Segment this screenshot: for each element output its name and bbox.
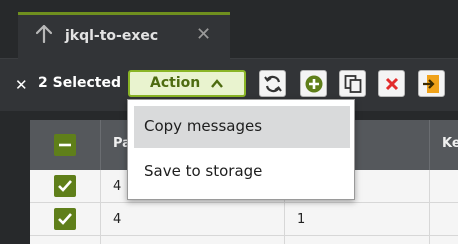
tab-title: jkql-to-exec [65,28,159,44]
table-row [30,236,458,244]
action-button[interactable]: Action [128,70,246,97]
import-icon [423,75,439,93]
select-all-header [30,120,101,170]
table-cell [101,236,285,244]
menu-item-copy-messages[interactable]: Copy messages [134,106,350,148]
minus-icon [59,143,71,147]
delete-button[interactable] [378,70,405,97]
table-cell: 1 [285,203,430,236]
row-checkbox[interactable] [54,175,76,197]
checkmark-icon [58,213,72,225]
table-cell: 4 [101,203,285,236]
table-row[interactable]: 4 1 [30,203,458,236]
refresh-button[interactable] [259,70,286,97]
refresh-icon [264,75,282,93]
table-cell [30,236,101,244]
tab-strip: jkql-to-exec ✕ [0,0,458,59]
close-tab-icon[interactable]: ✕ [196,24,211,45]
chevron-up-icon [211,79,223,88]
row-checkbox[interactable] [54,208,76,230]
add-icon [305,75,323,93]
table-cell [430,203,458,236]
action-button-label: Action [150,75,201,91]
column-header-3[interactable]: Ke [430,120,458,170]
delete-icon [385,77,399,91]
select-all-checkbox[interactable] [54,134,76,156]
row-select-cell [30,170,101,203]
action-menu: Copy messages Save to storage [127,99,355,200]
add-button[interactable] [300,70,327,97]
tab-jkql-to-exec[interactable]: jkql-to-exec ✕ [18,12,230,59]
table-cell [285,236,430,244]
row-select-cell [30,203,101,236]
table-cell [430,170,458,203]
selection-count: 2 Selected [38,75,121,91]
menu-item-save-to-storage[interactable]: Save to storage [134,151,350,193]
checkmark-icon [58,180,72,192]
copy-icon [344,75,362,93]
clear-selection-icon[interactable]: ✕ [15,76,28,94]
arrow-up-icon [36,25,52,43]
import-button[interactable] [418,70,445,97]
copy-button[interactable] [339,70,366,97]
